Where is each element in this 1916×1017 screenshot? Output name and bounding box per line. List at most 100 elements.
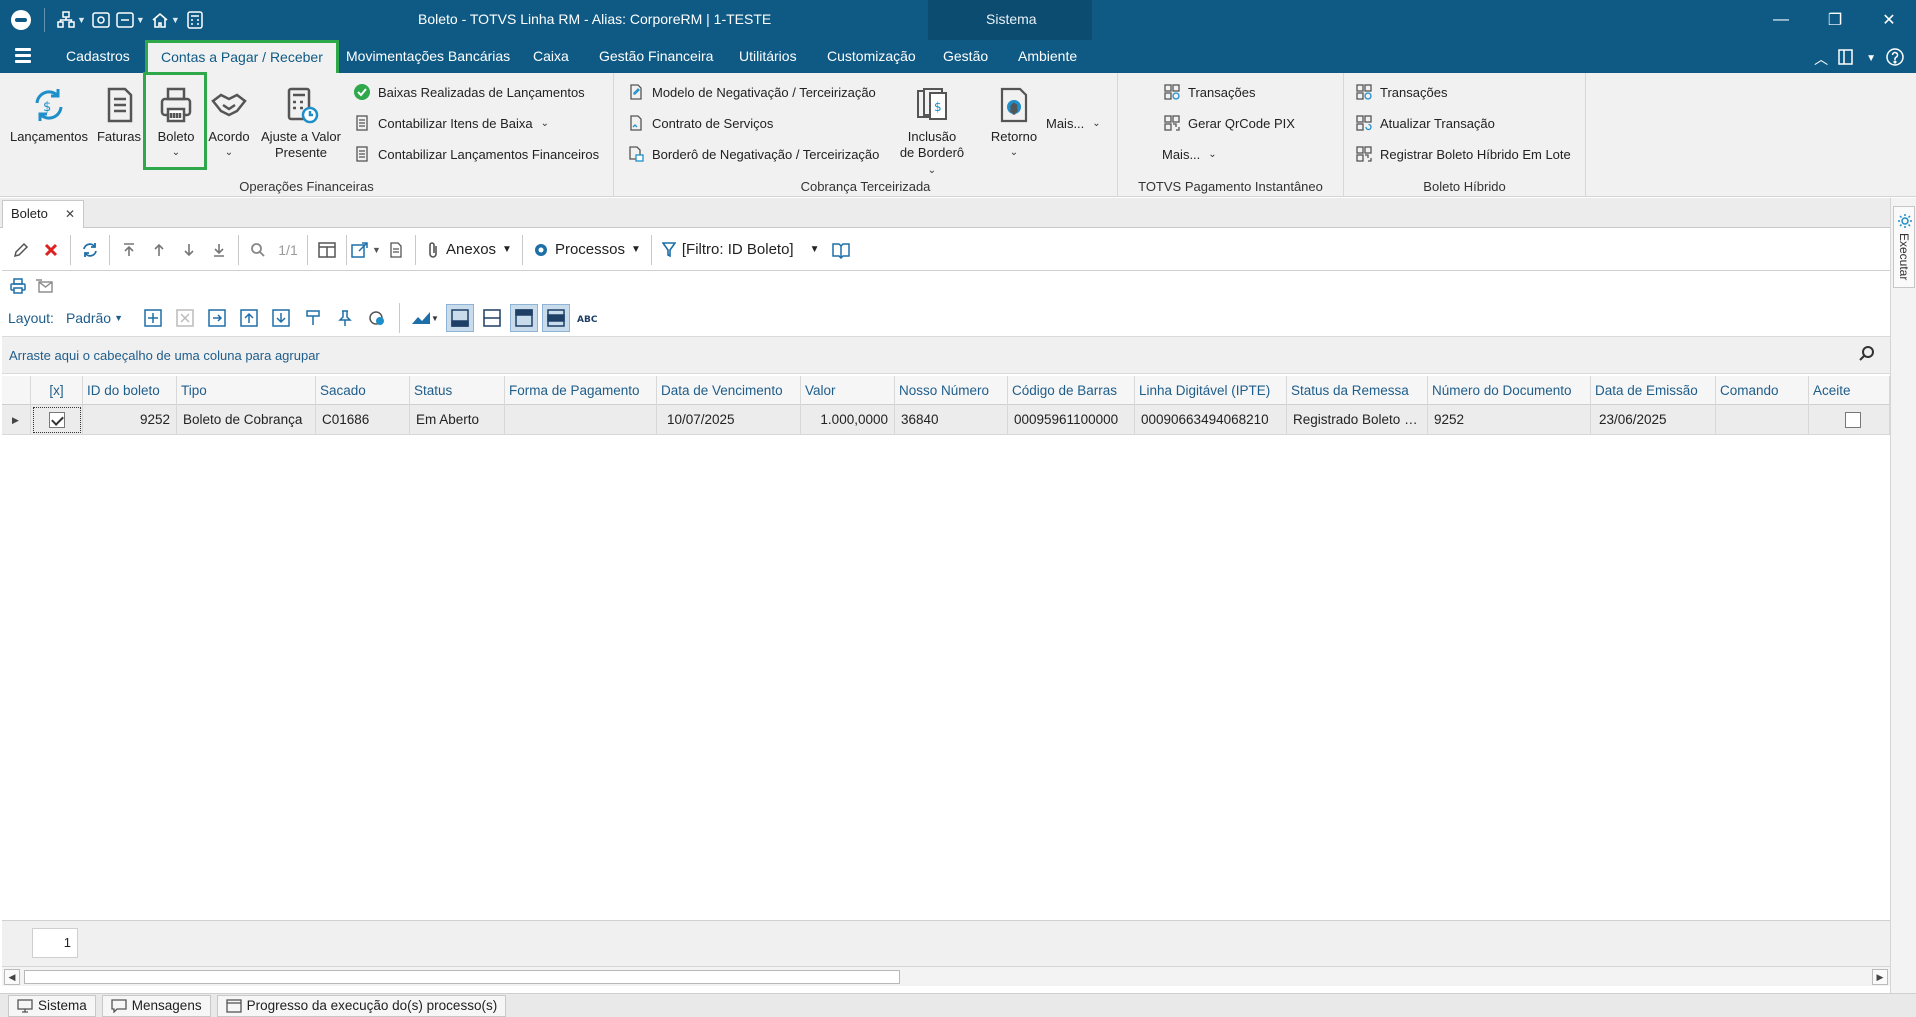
columns-icon[interactable] xyxy=(312,235,342,265)
column-header-valor[interactable]: Valor xyxy=(801,376,895,405)
cell-tipo[interactable]: Boleto de Cobrança xyxy=(177,405,316,435)
ajuste-valor-presente-button[interactable]: Ajuste a Valor Presente xyxy=(256,85,346,161)
pix-transacoes-button[interactable]: Transações xyxy=(1164,82,1255,102)
close-button[interactable]: ✕ xyxy=(1862,0,1916,40)
minimize-button[interactable]: — xyxy=(1754,0,1808,40)
inclusao-bordero-button[interactable]: $ Inclusão de Borderô ⌄ xyxy=(894,85,970,179)
column-header-nosso-numero[interactable]: Nosso Número xyxy=(895,376,1008,405)
color-scheme-icon[interactable] xyxy=(363,304,391,332)
column-header-sacado[interactable]: Sacado xyxy=(316,376,410,405)
contabilizar-lancamentos-button[interactable]: Contabilizar Lançamentos Financeiros xyxy=(354,144,599,164)
faturas-button[interactable]: Faturas xyxy=(94,85,144,145)
cell-valor[interactable]: 1.000,0000 xyxy=(801,405,895,435)
cell-codigo-barras[interactable]: 00095961100000 xyxy=(1008,405,1135,435)
cell-numero-documento[interactable]: 9252 xyxy=(1428,405,1591,435)
pin-column-icon[interactable] xyxy=(331,304,359,332)
tab-boleto[interactable]: Boleto ✕ xyxy=(2,200,84,228)
view-icon[interactable] xyxy=(92,8,110,32)
sitemap-icon[interactable]: ▼ xyxy=(57,8,86,32)
row-expand-icon[interactable]: ▶ xyxy=(2,405,31,435)
delete-icon[interactable] xyxy=(36,235,66,265)
column-header-tipo[interactable]: Tipo xyxy=(177,376,316,405)
help-book-icon[interactable] xyxy=(826,235,856,265)
app-menu-icon[interactable] xyxy=(15,48,31,64)
registrar-boleto-hibrido-button[interactable]: Registrar Boleto Híbrido Em Lote xyxy=(1356,144,1571,164)
menu-caixa[interactable]: Caixa xyxy=(533,40,569,73)
pix-mais-button[interactable]: Mais... ⌄ xyxy=(1162,144,1217,164)
home-icon[interactable]: ▼ xyxy=(151,8,180,32)
collapse-ribbon-icon[interactable]: ︿ xyxy=(1814,49,1828,69)
help-icon[interactable] xyxy=(1886,48,1904,69)
layout-icon[interactable] xyxy=(1838,49,1856,68)
spellcheck-icon[interactable]: ABC xyxy=(574,304,602,332)
export-icon[interactable]: ▼ xyxy=(351,235,381,265)
menu-contas-pagar-receber[interactable]: Contas a Pagar / Receber xyxy=(145,40,339,73)
group-by-area[interactable]: Arraste aqui o cabeçalho de uma coluna p… xyxy=(2,336,1890,374)
anexos-button[interactable]: Anexos ▼ xyxy=(420,235,518,265)
menu-utilitarios[interactable]: Utilitários xyxy=(739,40,797,73)
save-layout-icon[interactable] xyxy=(203,304,231,332)
atualizar-transacao-button[interactable]: Atualizar Transação xyxy=(1356,113,1495,133)
print-icon[interactable] xyxy=(8,271,28,301)
remove-layout-icon[interactable] xyxy=(171,304,199,332)
gerar-qrcode-pix-button[interactable]: Gerar QrCode PIX xyxy=(1164,113,1295,133)
cell-status-remessa[interactable]: Registrado Boleto Híbrido xyxy=(1287,405,1428,435)
statusbar-mensagens[interactable]: Mensagens xyxy=(101,994,211,1017)
column-header-forma-pagamento[interactable]: Forma de Pagamento xyxy=(505,376,657,405)
cell-aceite[interactable] xyxy=(1809,405,1890,435)
last-record-icon[interactable] xyxy=(204,235,234,265)
cobranca-mais-button[interactable]: Mais... ⌄ xyxy=(1046,113,1101,133)
executar-tab[interactable]: Executar xyxy=(1893,206,1915,288)
scroll-left-icon[interactable]: ◀ xyxy=(4,969,20,985)
previous-record-icon[interactable] xyxy=(144,235,174,265)
column-header-numero-documento[interactable]: Número do Documento xyxy=(1428,376,1591,405)
search-icon[interactable] xyxy=(243,235,273,265)
calculator-icon[interactable] xyxy=(186,8,204,32)
statusbar-sistema[interactable]: Sistema xyxy=(8,994,96,1017)
restore-button[interactable]: ❐ xyxy=(1808,0,1862,40)
edit-icon[interactable] xyxy=(6,235,36,265)
menu-gestao-financeira[interactable]: Gestão Financeira xyxy=(599,40,713,73)
column-header-linha-digitavel[interactable]: Linha Digitável (IPTE) xyxy=(1135,376,1287,405)
table-row[interactable]: ▶ 9252 Boleto de Cobrança C01686 Em Aber… xyxy=(2,405,1890,435)
horizontal-scrollbar[interactable]: ◀ ▶ xyxy=(2,966,1890,986)
column-header-id-boleto[interactable]: ID do boleto xyxy=(83,376,177,405)
layout-select[interactable]: Padrão ▼ xyxy=(66,310,123,326)
column-header-select[interactable]: [x] xyxy=(31,376,83,405)
layout-dropdown-icon[interactable]: ▼ xyxy=(1866,53,1876,64)
cell-linha-digitavel[interactable]: 00090663494068210 xyxy=(1135,405,1287,435)
scroll-thumb[interactable] xyxy=(24,970,900,984)
group-panel-icon[interactable] xyxy=(542,304,571,332)
first-record-icon[interactable] xyxy=(114,235,144,265)
baixas-realizadas-button[interactable]: Baixas Realizadas de Lançamentos xyxy=(354,82,585,102)
report-icon[interactable] xyxy=(381,235,411,265)
totvs-logo-icon[interactable] xyxy=(10,8,32,32)
menu-customizacao[interactable]: Customização xyxy=(827,40,916,73)
processos-button[interactable]: Processos ▼ xyxy=(527,235,647,265)
close-tab-icon[interactable]: ✕ xyxy=(65,201,75,227)
contabilizar-itens-baixa-button[interactable]: Contabilizar Itens de Baixa ⌄ xyxy=(354,113,549,133)
column-header-data-vencimento[interactable]: Data de Vencimento xyxy=(657,376,801,405)
email-icon[interactable] xyxy=(34,271,54,301)
column-header-aceite[interactable]: Aceite xyxy=(1809,376,1890,405)
chart-icon[interactable]: ▼ xyxy=(408,304,442,332)
menu-ambiente[interactable]: Ambiente xyxy=(1018,40,1077,73)
row-select-checkbox[interactable] xyxy=(31,405,83,435)
column-header-codigo-barras[interactable]: Código de Barras xyxy=(1008,376,1135,405)
cell-data-vencimento[interactable]: 10/07/2025 xyxy=(657,405,801,435)
column-header-comando[interactable]: Comando xyxy=(1716,376,1809,405)
page-number-input[interactable]: 1 xyxy=(32,928,78,958)
hibrido-transacoes-button[interactable]: Transações xyxy=(1356,82,1447,102)
column-header-data-emissao[interactable]: Data de Emissão xyxy=(1591,376,1716,405)
menu-cadastros[interactable]: Cadastros xyxy=(66,40,130,73)
split-panel-icon[interactable] xyxy=(478,304,506,332)
filter-button[interactable]: [Filtro: ID Boleto] ▼ xyxy=(656,235,826,265)
lancamentos-button[interactable]: $ Lançamentos xyxy=(8,85,90,145)
next-record-icon[interactable] xyxy=(174,235,204,265)
column-header-status-remessa[interactable]: Status da Remessa xyxy=(1287,376,1428,405)
contrato-servicos-button[interactable]: Contrato de Serviços xyxy=(628,113,773,133)
acordo-button[interactable]: Acordo ⌄ xyxy=(204,85,254,161)
export-layout-icon[interactable] xyxy=(267,304,295,332)
statusbar-progresso[interactable]: Progresso da execução do(s) processo(s) xyxy=(216,994,507,1017)
menu-gestao[interactable]: Gestão xyxy=(943,40,988,73)
